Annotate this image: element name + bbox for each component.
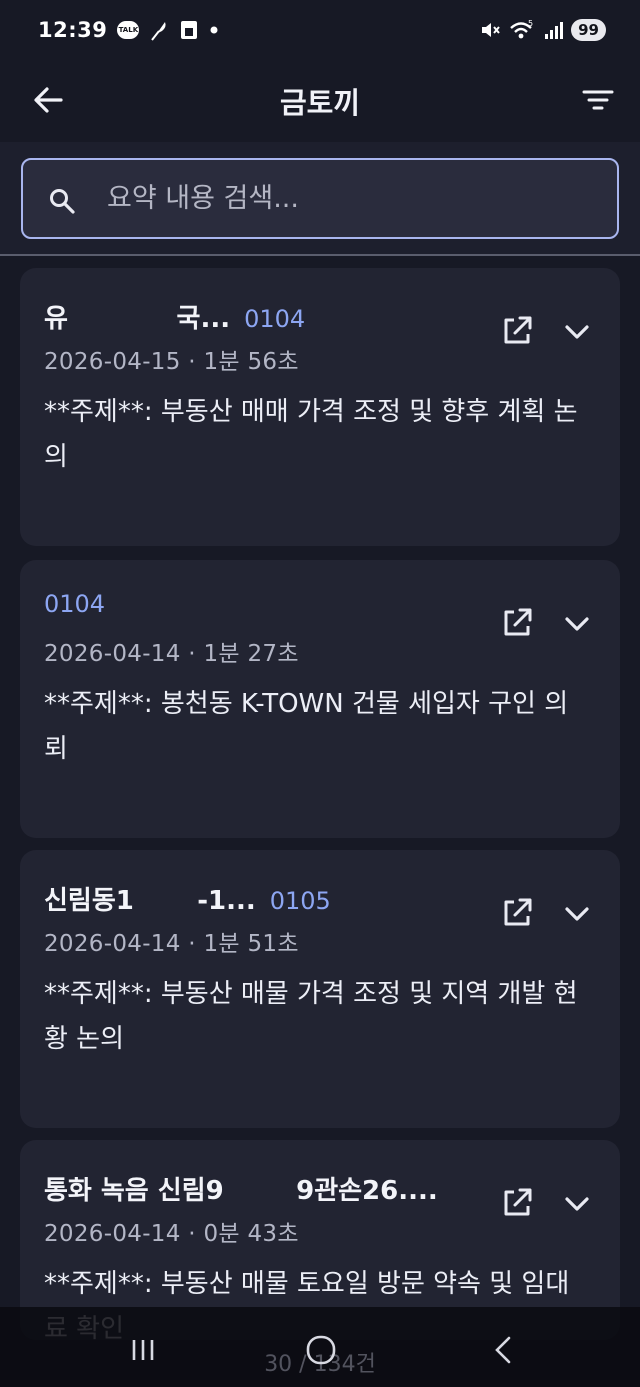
page-title: 금토끼 — [279, 86, 361, 120]
search-input[interactable] — [107, 160, 597, 237]
chevron-down-icon[interactable] — [561, 610, 593, 638]
status-bar: 12:39 TALK 5 99 — [0, 0, 640, 60]
filter-button[interactable] — [578, 80, 618, 120]
search-box[interactable] — [21, 158, 619, 239]
card-title-row: 통화 녹음 신림9 9관손26.... — [44, 1170, 452, 1207]
card-title: 유 국... — [44, 304, 231, 334]
card-meta: 2026-04-14 · 1분 51초 — [44, 931, 299, 957]
card-code: 0105 — [269, 887, 331, 915]
summary-card[interactable]: 신림동1 -1... 0105 2026-04-14 · 1분 51초 **주제… — [20, 850, 620, 1128]
recent-apps-icon — [132, 1340, 154, 1360]
signal-icon — [545, 22, 564, 39]
card-meta: 2026-04-14 · 0분 43초 — [44, 1221, 299, 1247]
summary-card[interactable]: 유 국... 0104 2026-04-15 · 1분 56초 **주제**: … — [20, 268, 620, 546]
svg-text:5: 5 — [528, 19, 533, 28]
open-external-icon[interactable] — [500, 1186, 534, 1220]
mute-icon — [482, 23, 500, 37]
status-left: 12:39 TALK — [38, 18, 219, 42]
back-nav-button[interactable] — [478, 1328, 528, 1372]
open-external-icon[interactable] — [500, 896, 534, 930]
recent-apps-button[interactable] — [118, 1328, 168, 1372]
chevron-down-icon[interactable] — [561, 900, 593, 928]
wifi-icon: 5 — [510, 19, 533, 39]
card-summary: **주제**: 부동산 매물 가격 조정 및 지역 개발 현황 논의 — [44, 979, 578, 1054]
app-bar: 금토끼 — [0, 60, 640, 142]
arrow-left-icon — [34, 87, 63, 113]
home-icon — [306, 1335, 336, 1365]
battery-level: 99 — [571, 19, 606, 41]
summary-card[interactable]: 0104 2026-04-14 · 1분 27초 **주제**: 봉천동 K-T… — [20, 560, 620, 838]
card-title-row: 0104 — [44, 590, 105, 618]
card-summary: **주제**: 봉천동 K-TOWN 건물 세입자 구인 의뢰 — [44, 689, 569, 764]
home-button[interactable] — [296, 1328, 346, 1372]
card-meta: 2026-04-14 · 1분 27초 — [44, 641, 299, 667]
filter-icon — [582, 90, 614, 110]
open-external-icon[interactable] — [500, 314, 534, 348]
feather-icon — [151, 22, 166, 41]
card-summary: **주제**: 부동산 매매 가격 조정 및 향후 계획 논의 — [44, 397, 578, 472]
chevron-down-icon[interactable] — [561, 1190, 593, 1218]
card-title: 신림동1 -1... — [44, 886, 256, 916]
card-title: 통화 녹음 신림9 9관손26.... — [44, 1176, 438, 1206]
status-right: 5 99 — [479, 19, 606, 41]
search-section — [0, 142, 640, 254]
notification-dot-icon — [210, 26, 218, 34]
sim-card-icon — [181, 21, 198, 39]
card-title-row: 신림동1 -1... 0105 — [44, 880, 331, 917]
card-code: 0104 — [44, 590, 106, 618]
card-meta: 2026-04-15 · 1분 56초 — [44, 349, 299, 375]
status-time: 12:39 — [38, 18, 108, 42]
open-external-icon[interactable] — [500, 606, 534, 640]
search-divider — [0, 254, 640, 256]
search-icon — [50, 189, 75, 214]
chevron-left-icon — [495, 1336, 511, 1364]
kakaotalk-icon: TALK — [117, 21, 140, 39]
card-title-row: 유 국... 0104 — [44, 298, 305, 335]
back-button[interactable] — [28, 80, 68, 120]
card-code: 0104 — [244, 305, 306, 333]
chevron-down-icon[interactable] — [561, 318, 593, 346]
